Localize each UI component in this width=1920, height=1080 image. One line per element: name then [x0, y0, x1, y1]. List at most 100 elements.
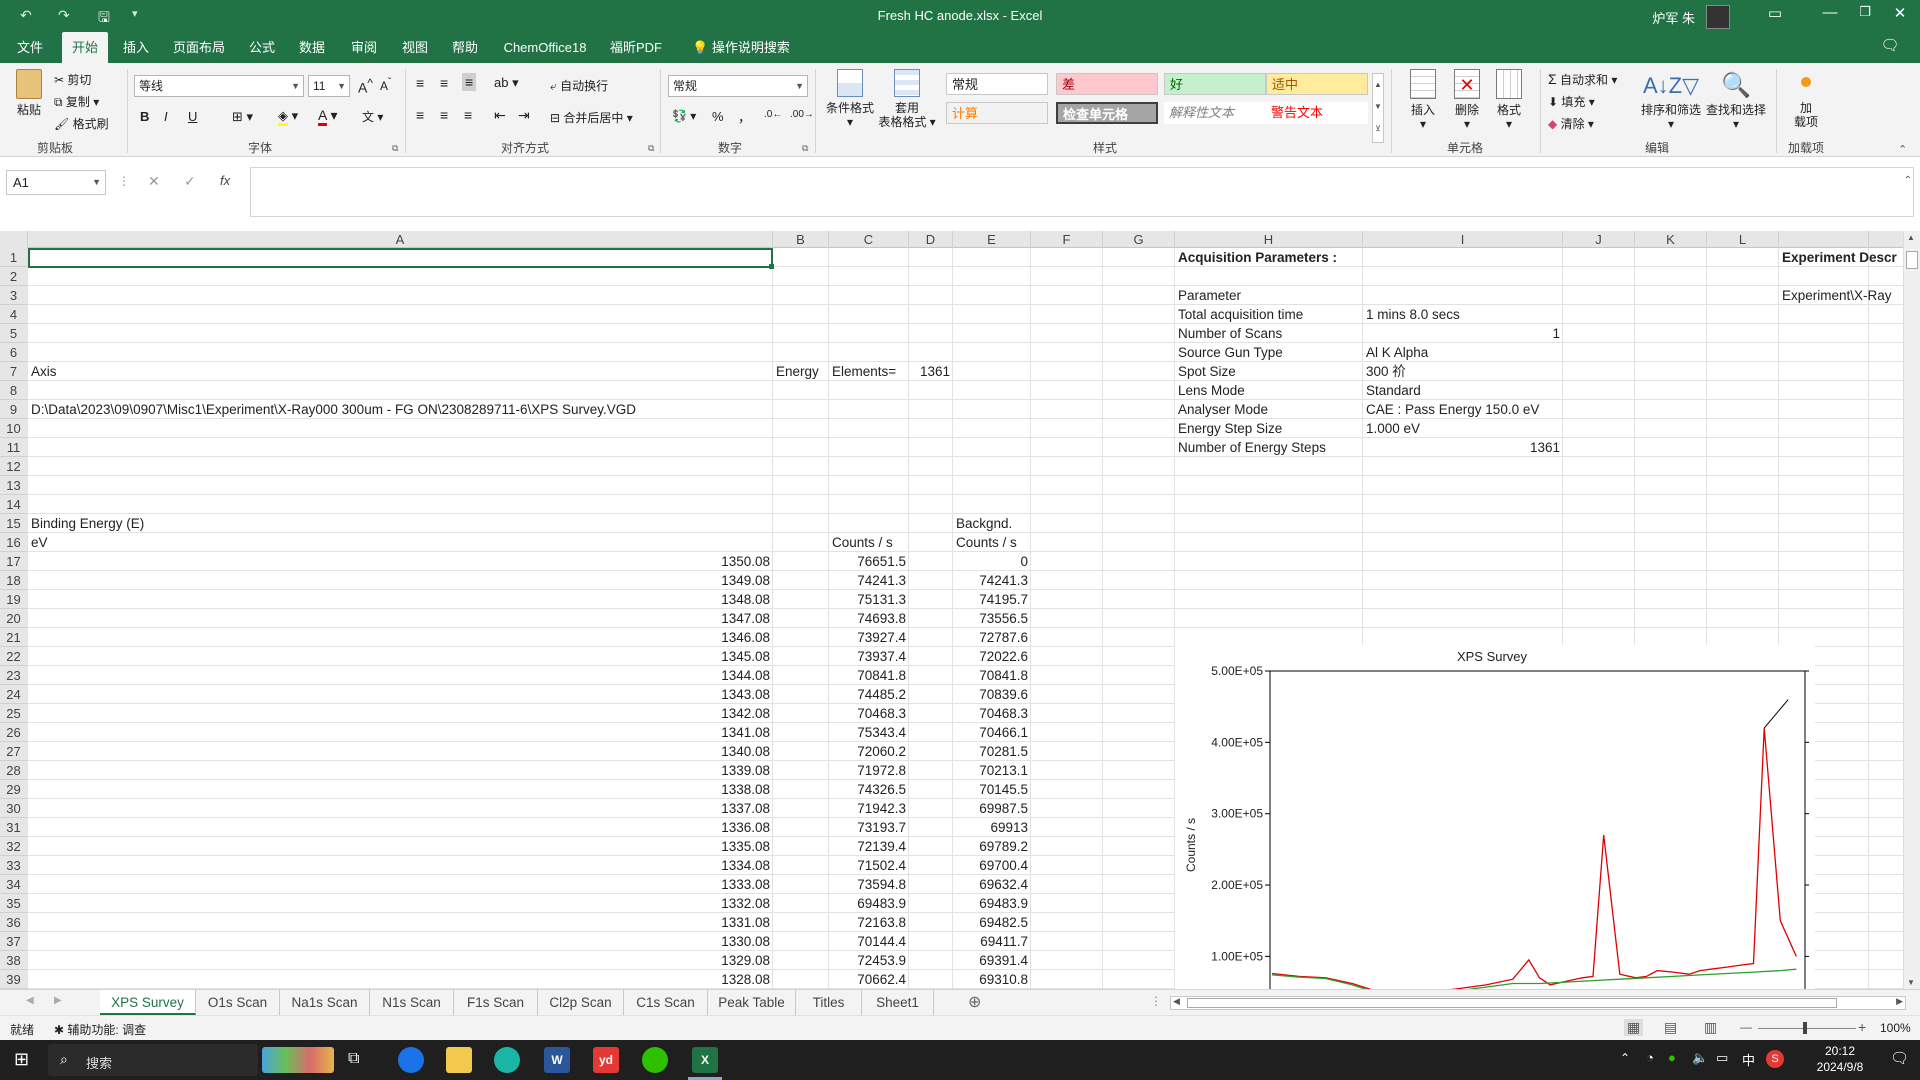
row-header-36[interactable]: 36	[0, 913, 28, 932]
delete-cells-button[interactable]: ✕ 删除 ▾	[1444, 69, 1490, 131]
close-icon[interactable]: ✕	[1880, 4, 1920, 28]
row-header-34[interactable]: 34	[0, 875, 28, 894]
increase-decimal-icon[interactable]: .0←	[764, 109, 782, 120]
clock[interactable]: 20:12 2024/9/8	[1800, 1043, 1880, 1075]
background-cell[interactable]: 70468.3	[953, 704, 1028, 723]
row-header-15[interactable]: 15	[0, 514, 28, 533]
background-cell[interactable]: 69310.8	[953, 970, 1028, 989]
background-cell[interactable]: 70145.5	[953, 780, 1028, 799]
row-header-9[interactable]: 9	[0, 400, 28, 419]
background-cell[interactable]: 74195.7	[953, 590, 1028, 609]
row-header-35[interactable]: 35	[0, 894, 28, 913]
param-name-cell[interactable]: Lens Mode	[1178, 381, 1245, 400]
orientation-icon[interactable]: ab ▾	[494, 75, 519, 91]
background-cell[interactable]: 74241.3	[953, 571, 1028, 590]
tell-me-search[interactable]: 💡 操作说明搜索	[686, 32, 796, 63]
counts-cell[interactable]: 74485.2	[829, 685, 906, 704]
background-cell[interactable]: 69482.5	[953, 913, 1028, 932]
counts-cell[interactable]: 73937.4	[829, 647, 906, 666]
binding-energy-cell[interactable]: 1337.08	[28, 799, 770, 818]
binding-energy-cell[interactable]: 1349.08	[28, 571, 770, 590]
counts-cell[interactable]: 73927.4	[829, 628, 906, 647]
param-name-cell[interactable]: Total acquisition time	[1178, 305, 1303, 324]
row-header-19[interactable]: 19	[0, 590, 28, 609]
param-value-cell[interactable]: 1 mins 8.0 secs	[1366, 305, 1460, 324]
binding-energy-cell[interactable]: 1348.08	[28, 590, 770, 609]
select-all-corner[interactable]	[0, 231, 28, 248]
cell-a16[interactable]: eV	[31, 533, 48, 552]
wrap-text-button[interactable]: ⤶ 自动换行	[550, 77, 608, 94]
row-header-8[interactable]: 8	[0, 381, 28, 400]
scroll-tabs-left-icon[interactable]: ◀	[26, 995, 34, 1006]
cell-style-7[interactable]: 警告文本	[1266, 102, 1368, 124]
background-cell[interactable]: 69391.4	[953, 951, 1028, 970]
background-cell[interactable]: 70466.1	[953, 723, 1028, 742]
sheet-tab-cl2p-scan[interactable]: Cl2p Scan	[538, 990, 624, 1015]
row-header-6[interactable]: 6	[0, 343, 28, 362]
counts-cell[interactable]: 71942.3	[829, 799, 906, 818]
cell-style-3[interactable]: 适中	[1266, 73, 1368, 95]
sogou-icon[interactable]: S	[1766, 1050, 1784, 1068]
background-cell[interactable]: 70281.5	[953, 742, 1028, 761]
background-cell[interactable]: 69632.4	[953, 875, 1028, 894]
maximize-icon[interactable]: ❐	[1845, 4, 1885, 28]
row-header-32[interactable]: 32	[0, 837, 28, 856]
background-cell[interactable]: 70213.1	[953, 761, 1028, 780]
column-header-h[interactable]: H	[1175, 231, 1363, 248]
zoom-in-icon[interactable]: +	[1858, 1019, 1866, 1035]
cell-style-4[interactable]: 计算	[946, 102, 1048, 124]
background-cell[interactable]: 70841.8	[953, 666, 1028, 685]
experiment-value[interactable]: Experiment\X-Ray	[1782, 286, 1892, 305]
column-header-m[interactable]	[1779, 231, 1869, 248]
decrease-decimal-icon[interactable]: .00→	[790, 109, 814, 120]
font-name-combo[interactable]: 等线 ▼	[134, 75, 304, 97]
find-select-button[interactable]: 🔍 查找和选择 ▾	[1704, 69, 1768, 131]
binding-energy-cell[interactable]: 1335.08	[28, 837, 770, 856]
normal-view-icon[interactable]: ▦	[1624, 1019, 1644, 1036]
counts-cell[interactable]: 74693.8	[829, 609, 906, 628]
row-header-22[interactable]: 22	[0, 647, 28, 666]
column-header-e[interactable]: E	[953, 231, 1031, 248]
counts-cell[interactable]: 69483.9	[829, 894, 906, 913]
counts-cell[interactable]: 75131.3	[829, 590, 906, 609]
row-header-30[interactable]: 30	[0, 799, 28, 818]
battery-icon[interactable]: ▭	[1716, 1050, 1728, 1066]
task-view-icon[interactable]: ⧉	[348, 1050, 359, 1068]
param-name-cell[interactable]: Source Gun Type	[1178, 343, 1283, 362]
comma-button[interactable]: ，	[738, 107, 751, 126]
minimize-icon[interactable]: —	[1810, 4, 1850, 28]
counts-cell[interactable]: 74241.3	[829, 571, 906, 590]
row-header-10[interactable]: 10	[0, 419, 28, 438]
autosum-button[interactable]: Σ 自动求和 ▾	[1548, 71, 1617, 88]
param-value-cell[interactable]: 1361	[1363, 438, 1560, 457]
notification-icon[interactable]: 🗨	[1890, 1049, 1909, 1067]
cell-a7[interactable]: Axis	[31, 362, 57, 381]
row-header-20[interactable]: 20	[0, 609, 28, 628]
row-header-27[interactable]: 27	[0, 742, 28, 761]
wechat-tray-icon[interactable]: ●	[1668, 1050, 1676, 1065]
background-cell[interactable]: 69700.4	[953, 856, 1028, 875]
column-header-j[interactable]: J	[1563, 231, 1635, 248]
row-header-26[interactable]: 26	[0, 723, 28, 742]
font-color-icon[interactable]: A ▾	[318, 107, 338, 126]
binding-energy-cell[interactable]: 1336.08	[28, 818, 770, 837]
binding-energy-cell[interactable]: 1328.08	[28, 970, 770, 989]
underline-button[interactable]: U	[188, 109, 197, 124]
zoom-level[interactable]: 100%	[1880, 1021, 1911, 1035]
row-header-7[interactable]: 7	[0, 362, 28, 381]
binding-energy-cell[interactable]: 1342.08	[28, 704, 770, 723]
fill-handle[interactable]	[769, 264, 774, 269]
background-cell[interactable]: 69483.9	[953, 894, 1028, 913]
cell-style-0[interactable]: 常规	[946, 73, 1048, 95]
background-cell[interactable]: 72787.6	[953, 628, 1028, 647]
param-name-cell[interactable]: Spot Size	[1178, 362, 1236, 381]
align-bottom-icon[interactable]: ≡	[462, 73, 477, 91]
binding-energy-cell[interactable]: 1341.08	[28, 723, 770, 742]
taskbar-widget-books-icon[interactable]	[262, 1047, 334, 1073]
border-icon[interactable]: ⊞ ▾	[232, 109, 253, 125]
windows-start-icon[interactable]: ⊞	[14, 1049, 29, 1070]
counts-cell[interactable]: 74326.5	[829, 780, 906, 799]
ribbon-display-icon[interactable]: ▭	[1755, 4, 1795, 28]
column-header-i[interactable]: I	[1363, 231, 1563, 248]
active-cell-a1[interactable]	[28, 248, 773, 268]
